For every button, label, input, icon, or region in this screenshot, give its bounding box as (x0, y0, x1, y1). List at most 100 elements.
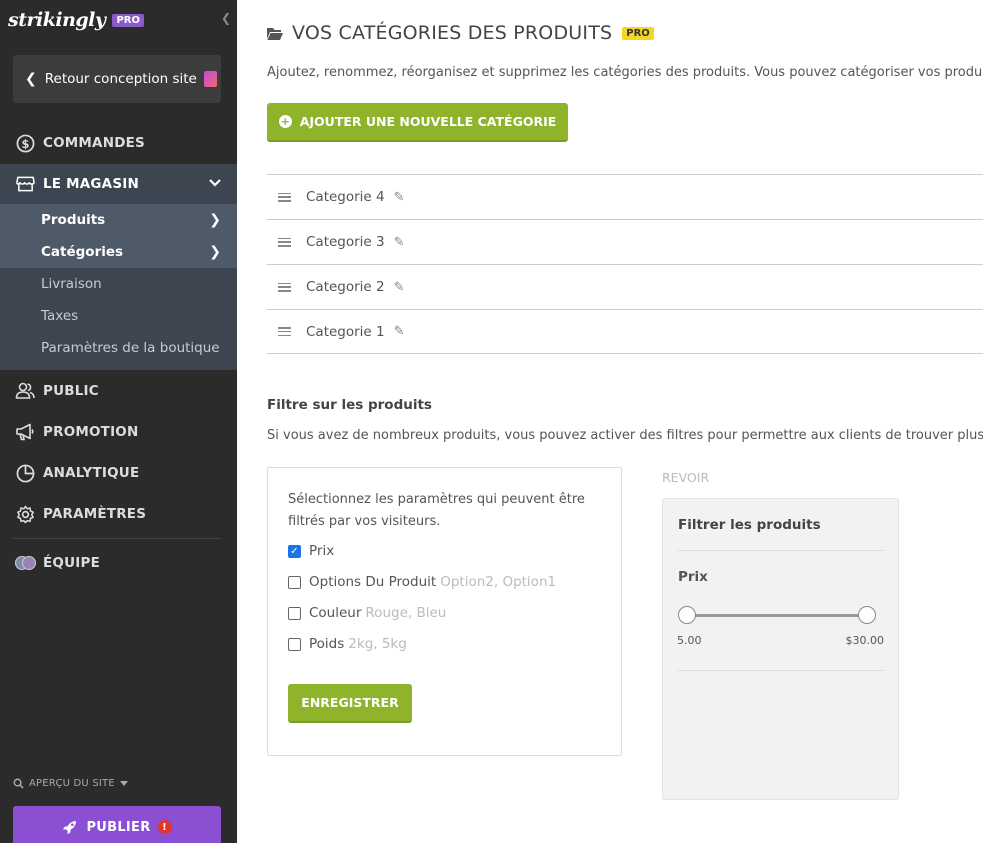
sidebar-divider (13, 538, 221, 539)
nav-analytique[interactable]: ANALYTIQUE (0, 453, 237, 493)
submenu-livraison[interactable]: Livraison (0, 268, 237, 300)
page-header: VOS CATÉGORIES DES PRODUITS PRO (267, 22, 654, 44)
users-icon (15, 381, 35, 401)
main-content: VOS CATÉGORIES DES PRODUITS PRO Ajoutez,… (237, 0, 983, 843)
save-button[interactable]: ENREGISTRER (288, 684, 412, 723)
option-label: Poids (309, 636, 345, 652)
chevron-right-icon: ❯ (209, 212, 221, 228)
intro-text: Ajoutez, renommez, réorganisez et suppri… (267, 65, 983, 80)
checkbox[interactable] (288, 637, 301, 651)
publish-label: PUBLIER (86, 819, 151, 835)
page-title: VOS CATÉGORIES DES PRODUITS (292, 22, 613, 44)
filter-box-description: Sélectionnez les paramètres qui peuvent … (288, 492, 585, 529)
category-row[interactable]: Categorie 2 ✎ (267, 264, 983, 309)
pencil-icon[interactable]: ✎ (394, 190, 405, 205)
caret-down-icon (119, 780, 128, 786)
logo: strikingly (8, 9, 106, 31)
sidebar: strikingly PRO ❮ ❮ Retour conception sit… (0, 0, 237, 843)
brand[interactable]: strikingly PRO (8, 8, 144, 32)
site-preview-link[interactable]: APERÇU DU SITE (13, 778, 128, 789)
folder-open-icon (267, 27, 283, 40)
drag-handle-icon[interactable] (278, 192, 291, 202)
team-avatars-icon (15, 553, 36, 573)
nav-public[interactable]: PUBLIC (0, 371, 237, 411)
nav-le-magasin[interactable]: LE MAGASIN (0, 164, 237, 204)
back-to-site-design-button[interactable]: ❮ Retour conception site (13, 55, 221, 103)
dollar-circle-icon: $ (15, 133, 35, 153)
pencil-icon[interactable]: ✎ (394, 235, 405, 250)
checkbox[interactable] (288, 575, 301, 589)
nav-label: ANALYTIQUE (43, 465, 140, 481)
svg-text:$: $ (21, 136, 29, 150)
pro-badge: PRO (112, 13, 144, 27)
back-button-label: Retour conception site (44, 71, 197, 87)
category-list: Categorie 4 ✎ Categorie 3 ✎ Categorie 2 … (267, 174, 983, 354)
nav-label: LE MAGASIN (43, 176, 139, 192)
nav-commandes[interactable]: $ COMMANDES (0, 123, 237, 163)
site-preview-label: APERÇU DU SITE (29, 778, 115, 789)
filter-section-description: Si vous avez de nombreux produits, vous … (267, 428, 983, 443)
chevron-down-icon (209, 176, 221, 190)
nav-equipe[interactable]: ÉQUIPE (0, 543, 237, 583)
category-row[interactable]: Categorie 3 ✎ (267, 219, 983, 264)
preview-divider (678, 670, 884, 671)
submenu-produits[interactable]: Produits ❯ (0, 204, 237, 236)
option-hint: Rouge, Bleu (365, 605, 447, 621)
submenu-label: Livraison (41, 276, 102, 292)
store-submenu: Produits ❯ Catégories ❯ Livraison Taxes … (0, 204, 237, 370)
filter-option-product-options[interactable]: Options Du Produit Option2, Option1 (288, 574, 556, 590)
preview-title: Filtrer les produits (678, 517, 821, 533)
submenu-store-settings[interactable]: Paramètres de la boutique (0, 332, 237, 364)
store-icon (15, 174, 35, 194)
checkbox[interactable] (288, 606, 301, 620)
nav-label: COMMANDES (43, 135, 145, 151)
filter-option-couleur[interactable]: Couleur Rouge, Bleu (288, 605, 446, 621)
nav-parametres[interactable]: PARAMÈTRES (0, 494, 237, 534)
pie-chart-icon (15, 463, 35, 483)
price-slider-max-handle[interactable] (858, 606, 876, 624)
add-category-button[interactable]: + AJOUTER UNE NOUVELLE CATÉGORIE (267, 103, 568, 142)
price-max-value: $30.00 (845, 634, 885, 647)
drag-handle-icon[interactable] (278, 327, 291, 336)
gear-icon (15, 504, 35, 524)
category-name: Categorie 2 (306, 279, 385, 295)
warning-icon: ! (157, 820, 172, 834)
category-row[interactable]: Categorie 4 ✎ (267, 174, 983, 219)
plus-circle-icon: + (278, 115, 292, 128)
checkbox-checked[interactable]: ✓ (288, 544, 301, 558)
submenu-label: Catégories (41, 244, 124, 260)
option-hint: 2kg, 5kg (348, 636, 407, 652)
filter-settings-box: Sélectionnez les paramètres qui peuvent … (267, 467, 622, 756)
filter-section-title: Filtre sur les produits (267, 397, 432, 413)
pencil-icon[interactable]: ✎ (394, 280, 405, 295)
pro-badge: PRO (622, 26, 654, 40)
submenu-label: Produits (41, 212, 106, 228)
drag-handle-icon[interactable] (278, 282, 291, 292)
category-name: Categorie 4 (306, 189, 385, 205)
price-slider-track[interactable] (687, 614, 868, 617)
preview-label: REVOIR (662, 470, 710, 485)
submenu-categories[interactable]: Catégories ❯ (0, 236, 237, 268)
nav-label: ÉQUIPE (43, 555, 100, 571)
submenu-taxes[interactable]: Taxes (0, 300, 237, 332)
nav-label: PUBLIC (43, 383, 99, 399)
category-row[interactable]: Categorie 1 ✎ (267, 309, 983, 354)
collapse-sidebar-icon[interactable]: ❮ (221, 11, 231, 25)
chevron-left-icon: ❮ (25, 71, 37, 87)
nav-label: PARAMÈTRES (43, 506, 147, 522)
publish-button[interactable]: PUBLIER ! (13, 806, 221, 843)
price-slider-min-handle[interactable] (678, 606, 696, 624)
preview-price-label: Prix (678, 569, 708, 585)
add-category-label: AJOUTER UNE NOUVELLE CATÉGORIE (299, 114, 557, 129)
rocket-icon (63, 820, 77, 834)
option-label: Options Du Produit (309, 574, 437, 590)
preview-divider (678, 550, 884, 551)
megaphone-icon (15, 422, 35, 442)
option-label: Prix (309, 543, 335, 559)
category-name: Categorie 3 (306, 234, 385, 250)
nav-promotion[interactable]: PROMOTION (0, 412, 237, 452)
filter-option-poids[interactable]: Poids 2kg, 5kg (288, 636, 407, 652)
drag-handle-icon[interactable] (278, 237, 291, 247)
pencil-icon[interactable]: ✎ (394, 324, 405, 339)
filter-option-prix[interactable]: ✓ Prix (288, 543, 334, 559)
